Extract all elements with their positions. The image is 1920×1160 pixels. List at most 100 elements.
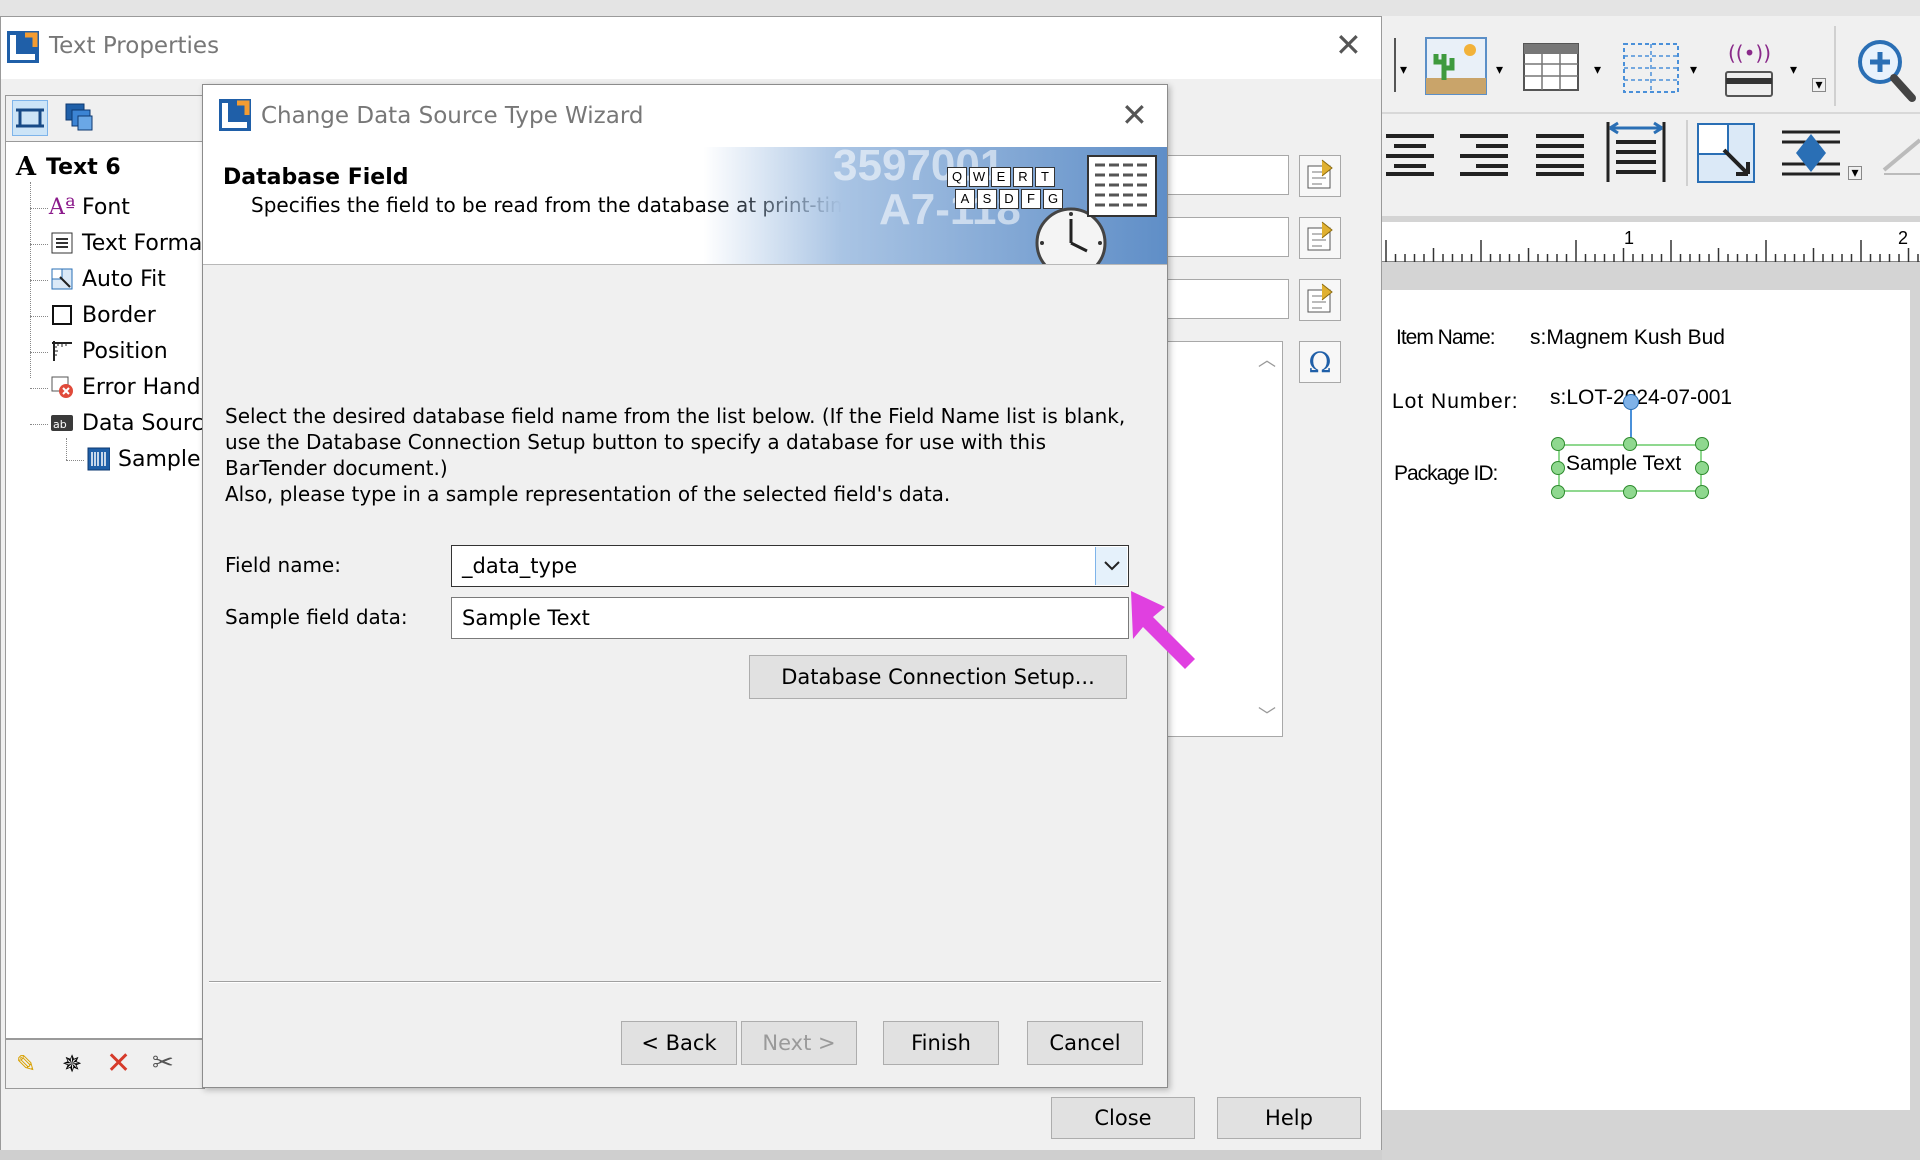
- property-field-2[interactable]: [1167, 217, 1289, 257]
- anchor-icon[interactable]: [1778, 126, 1844, 180]
- dropdown-arrow-icon[interactable]: ▾: [1400, 62, 1407, 78]
- dropdown-arrow-icon[interactable]: ▾: [1690, 62, 1697, 78]
- next-button[interactable]: Next >: [741, 1021, 857, 1065]
- resize-handle-br[interactable]: [1695, 485, 1709, 499]
- justify-icon[interactable]: [1532, 130, 1588, 178]
- property-field-3[interactable]: [1167, 279, 1289, 319]
- close-icon[interactable]: ✕: [1335, 29, 1362, 61]
- omega-icon[interactable]: Ω: [1299, 341, 1341, 383]
- sample-data-value: Sample Text: [462, 606, 590, 630]
- toolbar-overflow-icon[interactable]: ▾: [1812, 78, 1826, 92]
- tree-item-position[interactable]: Position: [50, 336, 168, 366]
- dropdown-arrow-icon[interactable]: ▾: [1594, 62, 1601, 78]
- text-format-icon: [50, 231, 74, 255]
- scroll-down-icon[interactable]: ﹀: [1258, 702, 1276, 728]
- field-name-combobox[interactable]: _data_type: [451, 545, 1129, 587]
- picture-icon[interactable]: [1424, 34, 1490, 100]
- layout-view-icon[interactable]: [12, 100, 48, 136]
- sample-data-input[interactable]: Sample Text: [451, 597, 1129, 639]
- data-source-button-2[interactable]: [1299, 217, 1341, 259]
- align-right-icon[interactable]: [1456, 130, 1512, 178]
- resize-handle-tr[interactable]: [1695, 437, 1709, 451]
- ruler-mark-1: 1: [1624, 228, 1635, 248]
- tree-item-error-handling[interactable]: Error Handling: [50, 372, 204, 402]
- tree-toolbar: [5, 95, 205, 141]
- rotate-handle[interactable]: [1623, 394, 1639, 410]
- rfid-icon[interactable]: ((•)): [1720, 38, 1780, 100]
- back-button[interactable]: < Back: [621, 1021, 737, 1065]
- tree-item-auto-fit[interactable]: Auto Fit: [50, 264, 166, 294]
- tree-item-label: Data Source: [82, 410, 205, 436]
- keyboard-key: S: [977, 189, 997, 209]
- data-source-icon: ab: [50, 411, 74, 435]
- item-name-value[interactable]: s:Magnem Kush Bud: [1530, 326, 1725, 350]
- tree-item-label: Sample: [118, 446, 201, 472]
- resize-handle-bc[interactable]: [1623, 485, 1637, 499]
- wizard-icon[interactable]: ✵: [62, 1050, 82, 1078]
- layers-icon[interactable]: [62, 100, 98, 136]
- data-source-button-1[interactable]: [1299, 155, 1341, 197]
- resize-icon[interactable]: [1694, 120, 1758, 186]
- zoom-in-icon[interactable]: [1852, 34, 1918, 106]
- tree-item-font[interactable]: Aª Font: [49, 192, 130, 222]
- new-icon[interactable]: ✎: [16, 1050, 36, 1078]
- lot-number-label[interactable]: Lot Number:: [1392, 390, 1519, 414]
- shape-tool-edge[interactable]: [1382, 38, 1396, 92]
- align-center-icon[interactable]: [1382, 130, 1438, 178]
- line-tool-icon[interactable]: [1880, 120, 1920, 180]
- tree-item-sample[interactable]: Sample: [86, 444, 201, 474]
- document-list-icon: [1087, 155, 1157, 217]
- header-banner: 3597001 A7-118 QWERT ASDFG: [703, 147, 1167, 264]
- label-page: Item Name: s:Magnem Kush Bud Lot Number:…: [1382, 290, 1910, 1110]
- finish-button[interactable]: Finish: [883, 1021, 999, 1065]
- delete-icon[interactable]: ✕: [106, 1046, 131, 1081]
- keyboard-key: R: [1013, 167, 1033, 187]
- tree-item-data-source[interactable]: ab Data Source: [50, 408, 205, 438]
- tree-item-label: Text Format: [82, 230, 205, 256]
- property-tree: A Text 6 Aª Font Text Format Auto Fit Bo…: [5, 141, 205, 1039]
- database-connection-setup-button[interactable]: Database Connection Setup...: [749, 655, 1127, 699]
- dropdown-arrow-icon[interactable]: ▾: [1496, 62, 1503, 78]
- scroll-up-icon[interactable]: ︿: [1258, 346, 1276, 372]
- grid-icon[interactable]: [1622, 42, 1682, 96]
- resize-handle-bl[interactable]: [1551, 485, 1565, 499]
- chevron-down-icon[interactable]: [1095, 547, 1127, 585]
- lot-number-value[interactable]: s:LOT-2024-07-001: [1550, 386, 1732, 410]
- dropdown-arrow-icon[interactable]: ▾: [1790, 62, 1797, 78]
- cancel-button[interactable]: Cancel: [1027, 1021, 1143, 1065]
- item-name-label[interactable]: Item Name:: [1396, 326, 1496, 350]
- footer-divider: [209, 981, 1161, 983]
- table-icon[interactable]: [1522, 42, 1582, 94]
- horizontal-ruler: 1 2: [1382, 222, 1920, 262]
- tree-item-label: Error Handling: [82, 374, 204, 400]
- resize-handle-tl[interactable]: [1551, 437, 1565, 451]
- border-icon: [50, 303, 74, 327]
- error-handling-icon: [50, 375, 74, 399]
- title-bar: Text Properties ✕: [1, 17, 1381, 79]
- tree-item-label: Position: [82, 338, 168, 364]
- property-field-1[interactable]: [1167, 155, 1289, 195]
- keyboard-key: D: [999, 189, 1019, 209]
- tree-root-text6[interactable]: A Text 6: [14, 152, 121, 182]
- close-icon[interactable]: ✕: [1121, 99, 1148, 131]
- cut-icon[interactable]: ✂: [152, 1048, 174, 1078]
- data-source-button-3[interactable]: [1299, 279, 1341, 321]
- help-button[interactable]: Help: [1217, 1097, 1361, 1139]
- resize-handle-tc[interactable]: [1623, 437, 1637, 451]
- tree-item-border[interactable]: Border: [50, 300, 156, 330]
- toolbar-overflow-icon[interactable]: ▾: [1848, 166, 1862, 180]
- close-button[interactable]: Close: [1051, 1097, 1195, 1139]
- package-id-value[interactable]: Sample Text: [1566, 452, 1681, 476]
- resize-handle-ml[interactable]: [1551, 461, 1565, 475]
- svg-text:((•)): ((•)): [1728, 41, 1771, 65]
- fit-width-icon[interactable]: [1604, 120, 1668, 186]
- wizard-header: Database Field Specifies the field to be…: [203, 147, 1167, 265]
- package-id-label[interactable]: Package ID:: [1394, 462, 1498, 486]
- sample-data-label: Sample field data:: [225, 605, 408, 629]
- field-name-label: Field name:: [225, 553, 341, 577]
- instructions-text-2: Also, please type in a sample representa…: [225, 482, 951, 506]
- change-data-source-wizard: Change Data Source Type Wizard ✕ Databas…: [202, 84, 1195, 1088]
- tree-item-text-format[interactable]: Text Format: [50, 228, 205, 258]
- resize-handle-mr[interactable]: [1695, 461, 1709, 475]
- property-textarea[interactable]: ︿ ﹀: [1167, 341, 1283, 737]
